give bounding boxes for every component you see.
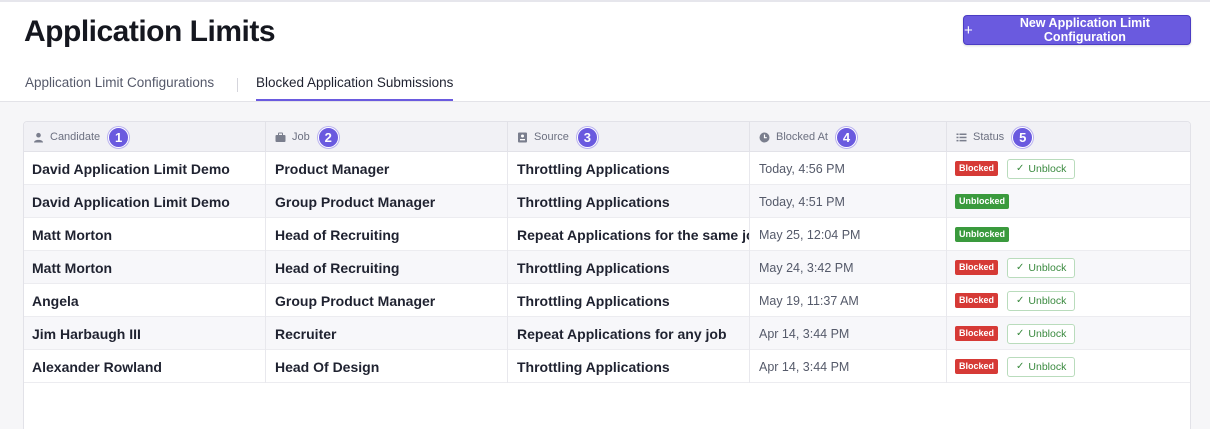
job-cell[interactable]: Head Of Design: [266, 350, 508, 383]
status-badge: Blocked: [955, 359, 999, 374]
unblock-button[interactable]: ✓ Unblock: [1007, 356, 1076, 377]
step-badge: 4: [835, 126, 857, 148]
status-cell: Unblocked: [947, 185, 1190, 218]
status-cell: Unblocked: [947, 218, 1190, 251]
unblock-button[interactable]: ✓ Unblock: [1007, 290, 1076, 311]
check-icon: ✓: [1016, 328, 1025, 339]
job-cell[interactable]: Head of Recruiting: [266, 218, 508, 251]
status-cell: Blocked ✓ Unblock: [947, 251, 1190, 284]
source-cell: Repeat Applications for the same job: [508, 218, 750, 251]
table-row[interactable]: David Application Limit Demo Product Mana…: [24, 152, 1190, 185]
step-badge: 2: [317, 126, 339, 148]
blocked-at-cell: Apr 14, 3:44 PM: [750, 317, 947, 350]
blocked-at-cell: May 25, 12:04 PM: [750, 218, 947, 251]
person-icon: [33, 132, 44, 143]
candidate-cell[interactable]: Matt Morton: [24, 251, 266, 284]
status-badge: Blocked: [955, 260, 999, 275]
unblock-label: Unblock: [1028, 261, 1067, 274]
unblock-label: Unblock: [1028, 360, 1067, 373]
candidate-cell[interactable]: Matt Morton: [24, 218, 266, 251]
unblock-label: Unblock: [1028, 294, 1067, 307]
column-header-blocked-at[interactable]: Blocked At 4: [750, 122, 947, 152]
job-cell[interactable]: Group Product Manager: [266, 185, 508, 218]
plus-icon: +: [964, 21, 973, 39]
unblock-label: Unblock: [1028, 327, 1067, 340]
candidate-cell[interactable]: Angela: [24, 284, 266, 317]
check-icon: ✓: [1016, 295, 1025, 306]
column-label: Blocked At: [776, 131, 828, 143]
job-cell[interactable]: Head of Recruiting: [266, 251, 508, 284]
blocked-at-cell: Apr 14, 3:44 PM: [750, 350, 947, 383]
clock-icon: [759, 132, 770, 143]
table-row[interactable]: David Application Limit Demo Group Produc…: [24, 185, 1190, 218]
status-cell: Blocked ✓ Unblock: [947, 284, 1190, 317]
list-icon: [956, 132, 967, 143]
source-icon: [517, 132, 528, 143]
source-cell: Throttling Applications: [508, 152, 750, 185]
blocked-at-cell: May 19, 11:37 AM: [750, 284, 947, 317]
table-row[interactable]: Matt Morton Head of Recruiting Throttling …: [24, 251, 1190, 284]
step-badge: 5: [1012, 126, 1034, 148]
candidate-cell[interactable]: Alexander Rowland: [24, 350, 266, 383]
blocked-submissions-table: Candidate 1 Job 2 Source 3 Blocked At 4: [23, 121, 1191, 429]
check-icon: ✓: [1016, 163, 1025, 174]
source-cell: Throttling Applications: [508, 284, 750, 317]
candidate-cell[interactable]: David Application Limit Demo: [24, 152, 266, 185]
column-label: Candidate: [50, 131, 101, 143]
column-label: Job: [292, 131, 310, 143]
unblock-button[interactable]: ✓ Unblock: [1007, 257, 1076, 278]
status-badge: Blocked: [955, 326, 999, 341]
job-cell[interactable]: Group Product Manager: [266, 284, 508, 317]
table-row[interactable]: Matt Morton Head of Recruiting Repeat Appl…: [24, 218, 1190, 251]
status-cell: Blocked ✓ Unblock: [947, 152, 1190, 185]
unblock-button[interactable]: ✓ Unblock: [1007, 158, 1076, 179]
check-icon: ✓: [1016, 361, 1025, 372]
status-badge: Blocked: [955, 161, 999, 176]
new-button-label: New Application Limit Configuration: [1019, 16, 1150, 44]
source-cell: Throttling Applications: [508, 185, 750, 218]
page-title: Application Limits: [24, 15, 276, 48]
tab-blocked-application-submissions[interactable]: Blocked Application Submissions: [256, 75, 454, 101]
source-cell: Throttling Applications: [508, 251, 750, 284]
table-header: Candidate 1 Job 2 Source 3 Blocked At 4: [24, 122, 1190, 152]
status-badge: Unblocked: [955, 194, 1010, 209]
check-icon: ✓: [1016, 262, 1025, 273]
column-header-job[interactable]: Job 2: [266, 122, 508, 152]
new-application-limit-configuration-button[interactable]: + New Application Limit Configuration: [963, 15, 1191, 45]
column-label: Status: [973, 131, 1005, 143]
source-cell: Throttling Applications: [508, 350, 750, 383]
column-header-status[interactable]: Status 5: [947, 122, 1190, 152]
blocked-at-cell: May 24, 3:42 PM: [750, 251, 947, 284]
table-row[interactable]: Jim Harbaugh III Recruiter Repeat Applicat…: [24, 317, 1190, 350]
step-badge: 3: [576, 126, 598, 148]
status-badge: Blocked: [955, 293, 999, 308]
top-divider: [0, 0, 1210, 2]
unblock-label: Unblock: [1028, 162, 1067, 175]
status-cell: Blocked ✓ Unblock: [947, 317, 1190, 350]
blocked-at-cell: Today, 4:51 PM: [750, 185, 947, 218]
status-cell: Blocked ✓ Unblock: [947, 350, 1190, 383]
column-label: Source: [534, 131, 569, 143]
column-header-candidate[interactable]: Candidate 1: [24, 122, 266, 152]
briefcase-icon: [275, 132, 286, 143]
tab-application-limit-configurations[interactable]: Application Limit Configurations: [25, 75, 214, 100]
candidate-cell[interactable]: David Application Limit Demo: [24, 185, 266, 218]
step-badge: 1: [108, 126, 130, 148]
column-header-source[interactable]: Source 3: [508, 122, 750, 152]
status-badge: Unblocked: [955, 227, 1010, 242]
table-row[interactable]: Angela Group Product Manager Throttling Ap…: [24, 284, 1190, 317]
source-cell: Repeat Applications for any job: [508, 317, 750, 350]
tab-bar: Application Limit Configurations Blocked…: [0, 70, 1210, 102]
unblock-button[interactable]: ✓ Unblock: [1007, 323, 1076, 344]
table-row[interactable]: Alexander Rowland Head Of Design Throttlin…: [24, 350, 1190, 383]
candidate-cell[interactable]: Jim Harbaugh III: [24, 317, 266, 350]
job-cell[interactable]: Recruiter: [266, 317, 508, 350]
tab-separator: [237, 78, 238, 92]
job-cell[interactable]: Product Manager: [266, 152, 508, 185]
blocked-at-cell: Today, 4:56 PM: [750, 152, 947, 185]
